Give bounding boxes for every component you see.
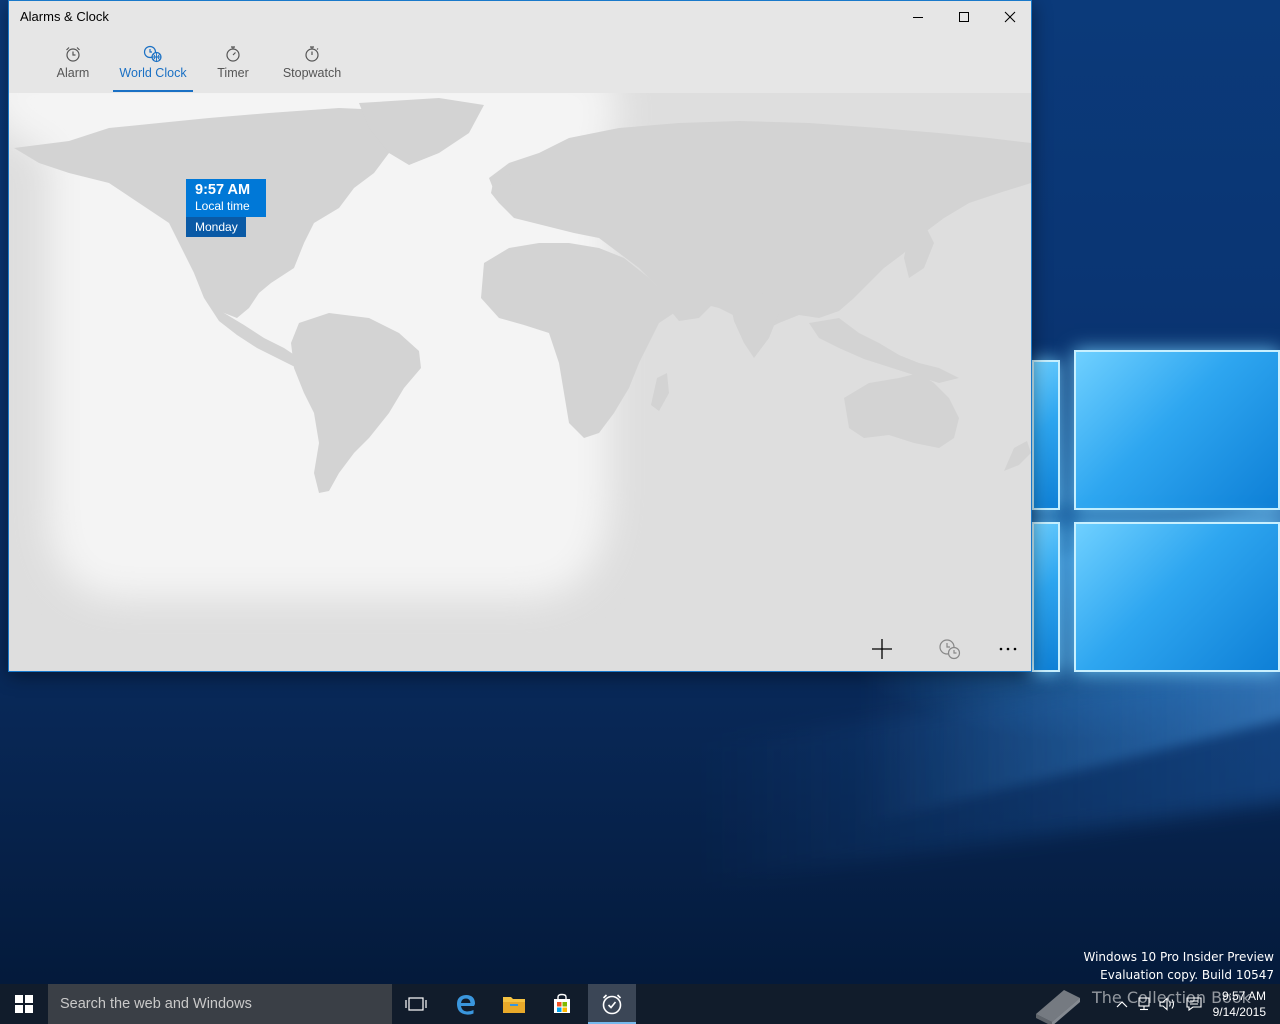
timer-icon xyxy=(226,46,240,62)
tab-label: Stopwatch xyxy=(282,66,342,80)
logo-pane xyxy=(1074,350,1280,510)
stopwatch-icon xyxy=(305,46,319,62)
search-box[interactable]: Search the web and Windows xyxy=(48,984,392,1024)
desktop-watermark: Windows 10 Pro Insider Preview Evaluatio… xyxy=(1083,948,1274,984)
network-button[interactable] xyxy=(1136,994,1156,1014)
region-southeast-asia xyxy=(809,318,959,383)
edge-browser-button[interactable] xyxy=(442,984,490,1024)
file-explorer-icon xyxy=(503,997,525,1013)
network-icon xyxy=(1138,997,1150,1011)
edge-icon xyxy=(457,995,475,1015)
clock-time: 9:57 AM xyxy=(195,182,251,198)
add-icon xyxy=(872,639,892,659)
system-tray: The Collection Book 9:57 AM 9/14/2015 xyxy=(1030,984,1280,1024)
action-center-icon xyxy=(1186,997,1202,1011)
task-view-icon xyxy=(405,997,427,1011)
continent-south-america xyxy=(291,313,421,493)
world-map xyxy=(14,98,1031,493)
world-map-area[interactable]: 9:57 AM Local time Monday xyxy=(9,93,1031,671)
tab-label: Alarm xyxy=(56,66,90,80)
minimize-button[interactable] xyxy=(895,1,941,33)
clock-time-box: 9:57 AM Local time xyxy=(186,179,266,217)
alarms-clock-taskbar-button[interactable] xyxy=(588,984,636,1024)
clock-location-label: Local time xyxy=(195,199,250,213)
tab-world-clock[interactable]: World Clock xyxy=(113,43,193,93)
title-bar[interactable]: Alarms & Clock xyxy=(9,1,1031,33)
windows-start-icon xyxy=(15,995,33,1013)
chevron-up-icon xyxy=(1116,1001,1128,1008)
compare-clocks-icon xyxy=(939,639,961,660)
local-clock-card[interactable]: 9:57 AM Local time Monday xyxy=(186,179,266,237)
logo-pane xyxy=(1032,360,1060,510)
alarms-clock-icon xyxy=(602,994,622,1015)
tab-bar: Alarm World Clock Timer Stopwatch xyxy=(9,33,1031,93)
alarm-clock-icon xyxy=(66,47,80,62)
continent-australia xyxy=(844,373,959,448)
logo-pane xyxy=(1074,522,1280,672)
window-title: Alarms & Clock xyxy=(20,9,109,24)
tab-timer[interactable]: Timer xyxy=(209,43,257,93)
island-new-zealand xyxy=(1004,441,1031,471)
task-view-button[interactable] xyxy=(392,984,440,1024)
compare-clocks-button[interactable] xyxy=(928,633,972,665)
taskbar-clock-time: 9:57 AM xyxy=(1221,989,1266,1003)
selected-tab-indicator xyxy=(113,90,193,92)
tab-label: World Clock xyxy=(119,66,187,80)
close-icon xyxy=(1004,11,1016,23)
close-button[interactable] xyxy=(987,1,1031,33)
volume-button[interactable] xyxy=(1158,994,1178,1014)
action-center-button[interactable] xyxy=(1184,994,1204,1014)
more-options-button[interactable] xyxy=(986,633,1030,665)
windows-logo-wallpaper xyxy=(1032,330,1280,690)
search-placeholder: Search the web and Windows xyxy=(60,996,252,1012)
maximize-icon xyxy=(959,12,969,22)
store-icon xyxy=(554,993,570,1013)
minimize-icon xyxy=(913,17,923,18)
book-logo-icon xyxy=(1036,990,1080,1024)
add-city-button[interactable] xyxy=(860,633,904,665)
more-icon xyxy=(999,647,1017,651)
maximize-button[interactable] xyxy=(941,1,987,33)
file-explorer-button[interactable] xyxy=(490,984,538,1024)
watermark-line: Windows 10 Pro Insider Preview xyxy=(1083,950,1274,964)
tab-stopwatch[interactable]: Stopwatch xyxy=(275,43,349,93)
globe-clock-icon xyxy=(143,45,162,63)
show-hidden-icons-button[interactable] xyxy=(1112,994,1132,1014)
volume-icon xyxy=(1159,997,1175,1011)
alarms-clock-window: Alarms & Clock Alarm World Clock Timer S… xyxy=(8,0,1032,672)
store-button[interactable] xyxy=(538,984,586,1024)
tab-alarm[interactable]: Alarm xyxy=(49,43,97,93)
watermark-line: Evaluation copy. Build 10547 xyxy=(1100,968,1274,982)
start-button[interactable] xyxy=(0,984,48,1024)
taskbar: Search the web and Windows The Collectio… xyxy=(0,984,1280,1024)
taskbar-clock[interactable]: 9:57 AM 9/14/2015 xyxy=(1208,988,1266,1020)
island-madagascar xyxy=(651,373,669,411)
taskbar-clock-date: 9/14/2015 xyxy=(1212,1005,1266,1019)
tab-label: Timer xyxy=(217,66,249,80)
clock-day: Monday xyxy=(186,217,246,237)
logo-pane xyxy=(1032,522,1060,672)
